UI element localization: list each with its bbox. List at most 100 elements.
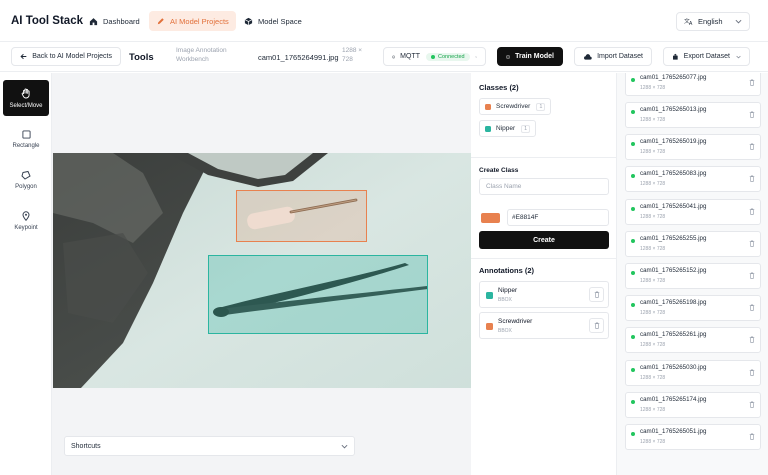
file-dimensions: 1288 × 728 — [640, 439, 666, 445]
file-dimensions: 1288 × 728 — [640, 342, 666, 348]
delete-file-button[interactable] — [749, 272, 755, 281]
delete-annotation-button[interactable] — [589, 287, 604, 302]
file-list-item[interactable]: cam01_1765265013.jpg 1288 × 728 — [625, 102, 761, 128]
square-icon — [21, 129, 31, 139]
nav-model-space[interactable]: Model Space — [237, 11, 309, 31]
delete-file-button[interactable] — [749, 240, 755, 249]
arrow-left-icon — [20, 53, 27, 60]
shortcuts-panel[interactable]: Shortcuts — [64, 436, 355, 456]
class-name: Screwdriver — [496, 103, 531, 110]
back-button[interactable]: Back to AI Model Projects — [11, 47, 121, 66]
file-list-item[interactable]: cam01_1765265083.jpg 1288 × 728 — [625, 166, 761, 192]
file-list-item[interactable]: cam01_1765265255.jpg 1288 × 728 — [625, 231, 761, 257]
trash-icon — [749, 433, 755, 440]
export-icon — [673, 53, 678, 60]
delete-annotation-button[interactable] — [589, 318, 604, 333]
annotation-name: Screwdriver — [498, 318, 533, 325]
brand-logo[interactable]: AI Tool Stack — [11, 15, 83, 27]
train-model-button[interactable]: Train Model — [497, 47, 563, 66]
file-dimensions: 1288 × 728 — [640, 310, 666, 316]
bbox-nipper[interactable] — [208, 255, 428, 334]
delete-file-button[interactable] — [749, 208, 755, 217]
language-select[interactable]: 文A English — [676, 12, 750, 31]
cloud-upload-icon — [584, 53, 592, 60]
status-dot-icon — [631, 335, 635, 339]
annotation-type: BBOX — [498, 297, 512, 303]
nav-ai-model-projects[interactable]: AI Model Projects — [149, 11, 236, 31]
create-class-title: Create Class — [479, 167, 519, 174]
train-model-label: Train Model — [515, 53, 554, 60]
language-label: English — [698, 17, 723, 26]
file-name: cam01_1765265083.jpg — [640, 170, 707, 177]
file-list-item[interactable]: cam01_1765265174.jpg 1288 × 728 — [625, 392, 761, 418]
workbench-subtitle: Image Annotation Workbench — [176, 47, 227, 63]
file-list-item[interactable]: cam01_1765265051.jpg 1288 × 728 — [625, 424, 761, 450]
nav-model-space-label: Model Space — [258, 16, 302, 26]
status-dot-icon — [631, 432, 635, 436]
annotations-title: Annotations (2) — [479, 266, 534, 275]
tool-rectangle[interactable]: Rectangle — [3, 121, 49, 157]
annotation-canvas[interactable]: Shortcuts — [52, 73, 471, 475]
file-list-item[interactable]: cam01_1765265077.jpg 1288 × 728 — [625, 73, 761, 96]
class-name-input[interactable]: Class Name — [479, 178, 609, 195]
file-list-item[interactable]: cam01_1765265261.jpg 1288 × 728 — [625, 327, 761, 353]
trash-icon — [749, 336, 755, 343]
create-class-button[interactable]: Create — [479, 231, 609, 249]
file-list-item[interactable]: cam01_1765265041.jpg 1288 × 728 — [625, 199, 761, 225]
trash-icon — [749, 240, 755, 247]
file-list-item[interactable]: cam01_1765265019.jpg 1288 × 728 — [625, 134, 761, 160]
connected-label: Connected — [438, 53, 465, 60]
file-list-item[interactable]: cam01_1765265030.jpg 1288 × 728 — [625, 360, 761, 386]
status-dot-icon — [631, 271, 635, 275]
export-dataset-button[interactable]: Export Dataset — [663, 47, 750, 66]
class-color-input[interactable]: #E8814F — [507, 209, 609, 226]
chevron-down-icon — [735, 19, 742, 24]
delete-file-button[interactable] — [749, 336, 755, 345]
status-dot-icon — [631, 174, 635, 178]
file-dimensions: 1288 × 728 — [640, 375, 666, 381]
class-color-picker[interactable] — [481, 213, 500, 223]
delete-file-button[interactable] — [749, 111, 755, 120]
tool-select-move-label: Select/Move — [9, 102, 43, 109]
file-name: cam01_1765265174.jpg — [640, 396, 707, 403]
tool-polygon[interactable]: Polygon — [3, 162, 49, 198]
class-chip-screwdriver[interactable]: Screwdriver 1 — [479, 98, 552, 115]
file-dimensions: 1288 × 728 — [640, 85, 666, 91]
file-dimensions: 1288 × 728 — [640, 278, 666, 284]
annotation-item-screwdriver[interactable]: Screwdriver BBOX — [479, 312, 609, 339]
annotation-image[interactable] — [53, 153, 471, 388]
class-color-swatch — [485, 125, 491, 132]
file-list-item[interactable]: cam01_1765265198.jpg 1288 × 728 — [625, 295, 761, 321]
nav-dashboard[interactable]: Dashboard — [82, 11, 147, 31]
status-dot-icon — [631, 207, 635, 211]
bbox-screwdriver[interactable] — [236, 190, 367, 242]
trash-icon — [749, 369, 755, 376]
class-chip-nipper[interactable]: Nipper 1 — [479, 120, 537, 137]
back-button-label: Back to AI Model Projects — [32, 53, 112, 60]
file-list-item[interactable]: cam01_1765265152.jpg 1288 × 728 — [625, 263, 761, 289]
delete-file-button[interactable] — [749, 401, 755, 410]
delete-file-button[interactable] — [749, 304, 755, 313]
info-icon — [392, 55, 396, 58]
mqtt-status-select[interactable]: MQTT Connected — [383, 47, 486, 66]
delete-file-button[interactable] — [749, 369, 755, 378]
delete-file-button[interactable] — [749, 433, 755, 442]
file-list-panel: cam01_1765265077.jpg 1288 × 728 cam01_1765… — [617, 73, 768, 475]
delete-file-button[interactable] — [749, 175, 755, 184]
import-dataset-button[interactable]: Import Dataset — [574, 47, 652, 66]
delete-file-button[interactable] — [749, 143, 755, 152]
status-dot-icon — [631, 142, 635, 146]
train-icon — [506, 55, 510, 58]
annotation-color-swatch — [486, 323, 493, 330]
file-dimensions: 1288 × 728 — [640, 246, 666, 252]
top-nav: AI Tool Stack Dashboard AI Model Project… — [0, 0, 768, 42]
annotation-item-nipper[interactable]: Nipper BBOX — [479, 281, 609, 308]
file-name: cam01_1765265030.jpg — [640, 364, 707, 371]
tool-keypoint[interactable]: Keypoint — [3, 203, 49, 239]
status-dot-icon — [631, 239, 635, 243]
annotation-color-swatch — [486, 292, 493, 299]
file-dimensions: 1288 × 728 — [640, 117, 666, 123]
tool-select-move[interactable]: Select/Move — [3, 80, 49, 116]
classes-annotations-panel: Classes (2) Screwdriver 1 Nipper 1 Creat… — [471, 73, 617, 475]
delete-file-button[interactable] — [749, 79, 755, 88]
